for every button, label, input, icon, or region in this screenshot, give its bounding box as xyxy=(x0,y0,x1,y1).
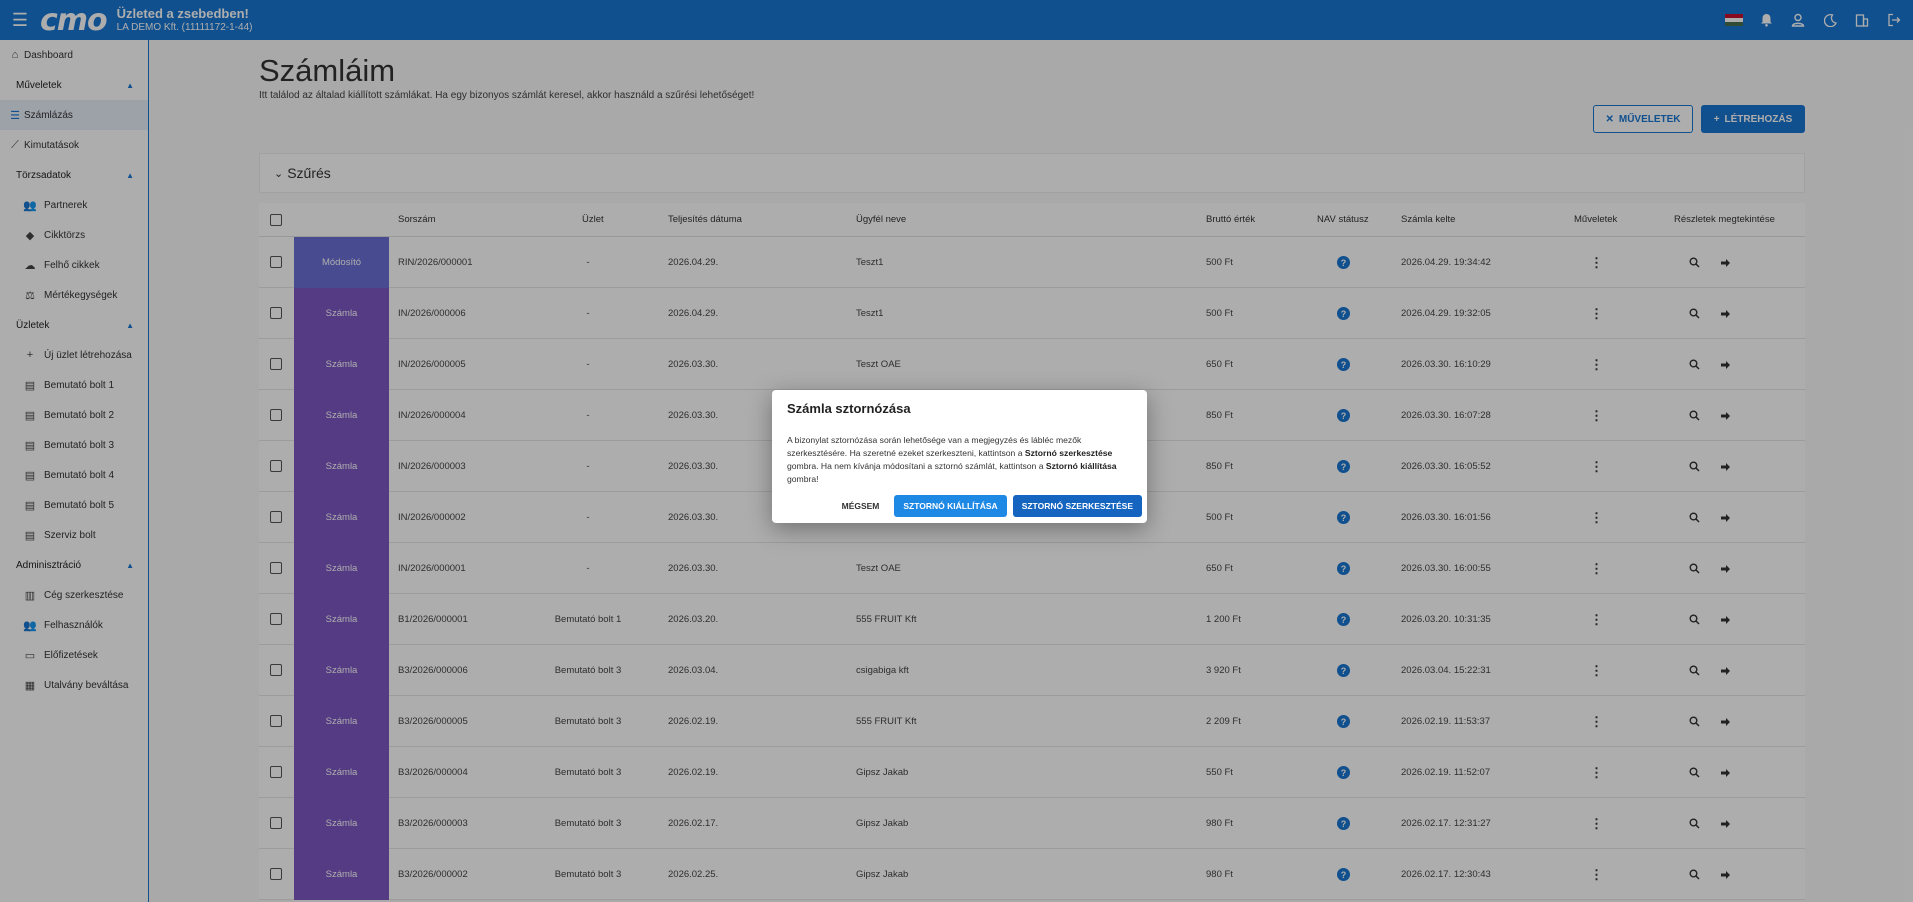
dialog-title: Számla sztornózása xyxy=(787,401,911,416)
dialog-text-bold: Sztornó szerkesztése xyxy=(1024,447,1113,458)
storno-issue-button[interactable]: SZTORNÓ KIÁLLÍTÁSA xyxy=(894,495,1007,517)
dialog-actions: MÉGSEM SZTORNÓ KIÁLLÍTÁSA SZTORNÓ SZERKE… xyxy=(833,495,1142,517)
storno-edit-button[interactable]: SZTORNÓ SZERKESZTÉSE xyxy=(1012,495,1142,517)
dialog-text: gombra. Ha nem kívánja módosítani a szto… xyxy=(787,460,1046,471)
storno-dialog: Számla sztornózása A bizonylat sztornózá… xyxy=(772,390,1147,523)
dialog-text-bold: Sztornó kiállítása xyxy=(1045,460,1117,471)
cancel-button[interactable]: MÉGSEM xyxy=(833,495,889,517)
dialog-body: A bizonylat sztornózása során lehetősége… xyxy=(787,434,1132,486)
dialog-text: gombra! xyxy=(787,473,819,484)
